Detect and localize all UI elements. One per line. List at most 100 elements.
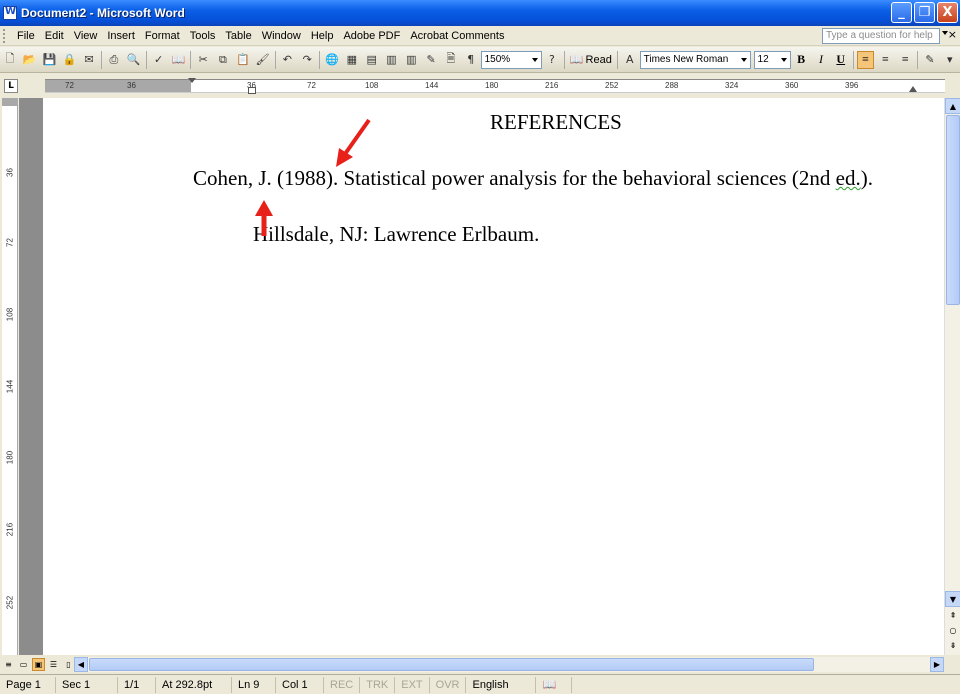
- grammar-squiggle-text: ed.: [835, 166, 861, 190]
- research-icon[interactable]: 📖: [169, 51, 187, 69]
- toolbar-separator: [563, 50, 565, 69]
- menu-format[interactable]: Format: [140, 30, 185, 42]
- web-layout-view-icon[interactable]: ▭: [17, 658, 30, 671]
- horizontal-ruler-row: L 72 36 36 72 108 144 180 216 252 288 32…: [0, 74, 960, 96]
- first-line-indent-marker[interactable]: [188, 78, 196, 83]
- paste-icon[interactable]: 📋: [234, 51, 252, 69]
- word-app-icon[interactable]: [3, 6, 17, 20]
- horizontal-scroll-thumb[interactable]: [89, 658, 814, 671]
- menu-view[interactable]: View: [69, 30, 103, 42]
- status-trk[interactable]: TRK: [360, 676, 396, 693]
- normal-view-icon[interactable]: ≡: [2, 658, 15, 671]
- spelling-status-icon[interactable]: 📖: [536, 676, 573, 693]
- horizontal-ruler[interactable]: 72 36 36 72 108 144 180 216 252 288 324 …: [45, 78, 945, 94]
- scroll-up-icon[interactable]: ▲: [945, 98, 960, 114]
- red-arrow-diagonal: [336, 118, 371, 167]
- vertical-scroll-thumb[interactable]: [946, 115, 960, 305]
- new-document-icon[interactable]: 🗋: [1, 51, 19, 69]
- print-icon[interactable]: ⎙: [105, 51, 123, 69]
- hanging-indent-marker[interactable]: [248, 87, 256, 94]
- vertical-ruler[interactable]: 36 72 108 144 180 216 252: [2, 98, 18, 655]
- vertical-scrollbar[interactable]: ▲ ▼ ⇞ ○ ⇟: [944, 98, 960, 655]
- zoom-value: 150%: [484, 54, 511, 65]
- menu-help[interactable]: Help: [306, 30, 339, 42]
- chevron-down-icon[interactable]: [778, 52, 790, 68]
- font-size-select[interactable]: 12: [753, 50, 792, 69]
- right-indent-marker[interactable]: [909, 86, 917, 92]
- bold-button[interactable]: B: [792, 51, 810, 69]
- tables-borders-icon[interactable]: ▦: [343, 51, 361, 69]
- toolbar-options-icon[interactable]: ▾: [941, 51, 959, 69]
- ruler-tick: 360: [785, 81, 799, 90]
- menu-file[interactable]: File: [12, 30, 40, 42]
- menu-tools[interactable]: Tools: [185, 30, 221, 42]
- insert-table-icon[interactable]: ▤: [363, 51, 381, 69]
- select-browse-object-icon[interactable]: ○: [945, 623, 960, 638]
- toolbar-separator: [616, 50, 618, 69]
- help-icon[interactable]: ?: [543, 51, 561, 69]
- insert-excel-icon[interactable]: ▥: [383, 51, 401, 69]
- highlight-icon[interactable]: ✎: [921, 51, 939, 69]
- chevron-down-icon[interactable]: [529, 52, 541, 68]
- toolbar-separator: [145, 50, 147, 69]
- align-left-icon[interactable]: ≡: [856, 50, 875, 69]
- status-section: Sec 1: [56, 676, 118, 693]
- previous-page-icon[interactable]: ⇞: [945, 608, 960, 623]
- menu-grip-icon[interactable]: [3, 28, 9, 43]
- drawing-icon[interactable]: ✎: [422, 51, 440, 69]
- document-close-button[interactable]: ×: [948, 28, 957, 41]
- spelling-icon[interactable]: ✓: [150, 51, 168, 69]
- columns-icon[interactable]: ▥: [402, 51, 420, 69]
- toolbar-separator: [852, 50, 854, 69]
- help-search-input[interactable]: Type a question for help: [822, 28, 940, 44]
- open-icon[interactable]: 📂: [21, 51, 39, 69]
- print-preview-icon[interactable]: 🔍: [125, 51, 143, 69]
- document-map-icon[interactable]: 🗎: [442, 51, 460, 69]
- scroll-left-icon[interactable]: ◀: [74, 657, 88, 672]
- status-ovr[interactable]: OVR: [430, 676, 467, 693]
- ruler-tick: 180: [5, 450, 15, 465]
- window-controls: _ ❐ X: [891, 2, 958, 23]
- align-center-icon[interactable]: ≡: [876, 51, 894, 69]
- read-button[interactable]: 📖 Read: [567, 53, 615, 67]
- italic-button[interactable]: I: [812, 51, 830, 69]
- scroll-right-icon[interactable]: ▶: [930, 657, 944, 672]
- show-hide-icon[interactable]: ¶: [462, 51, 480, 69]
- menu-insert[interactable]: Insert: [102, 30, 140, 42]
- menu-acrobat-comments[interactable]: Acrobat Comments: [405, 30, 509, 42]
- undo-icon[interactable]: ↶: [279, 51, 297, 69]
- styles-icon[interactable]: A: [621, 51, 639, 69]
- format-painter-icon[interactable]: 🖌: [254, 51, 272, 69]
- status-rec[interactable]: REC: [324, 676, 361, 693]
- next-page-icon[interactable]: ⇟: [945, 638, 960, 653]
- font-name-select[interactable]: Times New Roman: [639, 50, 751, 69]
- underline-button[interactable]: U: [832, 51, 850, 69]
- align-right-icon[interactable]: ≡: [896, 51, 914, 69]
- outline-view-icon[interactable]: ☰: [47, 658, 60, 671]
- status-ext[interactable]: EXT: [395, 676, 430, 693]
- menu-edit[interactable]: Edit: [40, 30, 69, 42]
- restore-button[interactable]: ❐: [914, 2, 935, 23]
- menu-window[interactable]: Window: [257, 30, 306, 42]
- print-layout-view-icon[interactable]: ▣: [32, 658, 45, 671]
- tab-selector[interactable]: L: [4, 79, 18, 93]
- menu-table[interactable]: Table: [220, 30, 256, 42]
- close-button[interactable]: X: [937, 2, 958, 23]
- zoom-select[interactable]: 150%: [480, 50, 543, 69]
- hyperlink-icon[interactable]: 🌐: [323, 51, 341, 69]
- status-language[interactable]: English (U.S.: [466, 676, 537, 693]
- minimize-button[interactable]: _: [891, 2, 912, 23]
- redo-icon[interactable]: ↷: [298, 51, 316, 69]
- ruler-tick: 36: [127, 81, 136, 90]
- scroll-down-icon[interactable]: ▼: [945, 591, 960, 607]
- cut-icon[interactable]: ✂: [194, 51, 212, 69]
- menu-adobe-pdf[interactable]: Adobe PDF: [338, 30, 405, 42]
- permission-icon[interactable]: 🔒: [60, 51, 78, 69]
- email-icon[interactable]: ✉: [80, 51, 98, 69]
- status-bar: Page 1 Sec 1 1/1 At 292.8pt Ln 9 Col 1 R…: [0, 674, 960, 694]
- document-page[interactable]: REFERENCES Cohen, J. (1988). Statistical…: [43, 98, 944, 655]
- horizontal-scrollbar[interactable]: ◀ ▶: [74, 657, 944, 672]
- chevron-down-icon[interactable]: [738, 52, 750, 68]
- save-icon[interactable]: 💾: [41, 51, 59, 69]
- copy-icon[interactable]: ⧉: [214, 51, 232, 69]
